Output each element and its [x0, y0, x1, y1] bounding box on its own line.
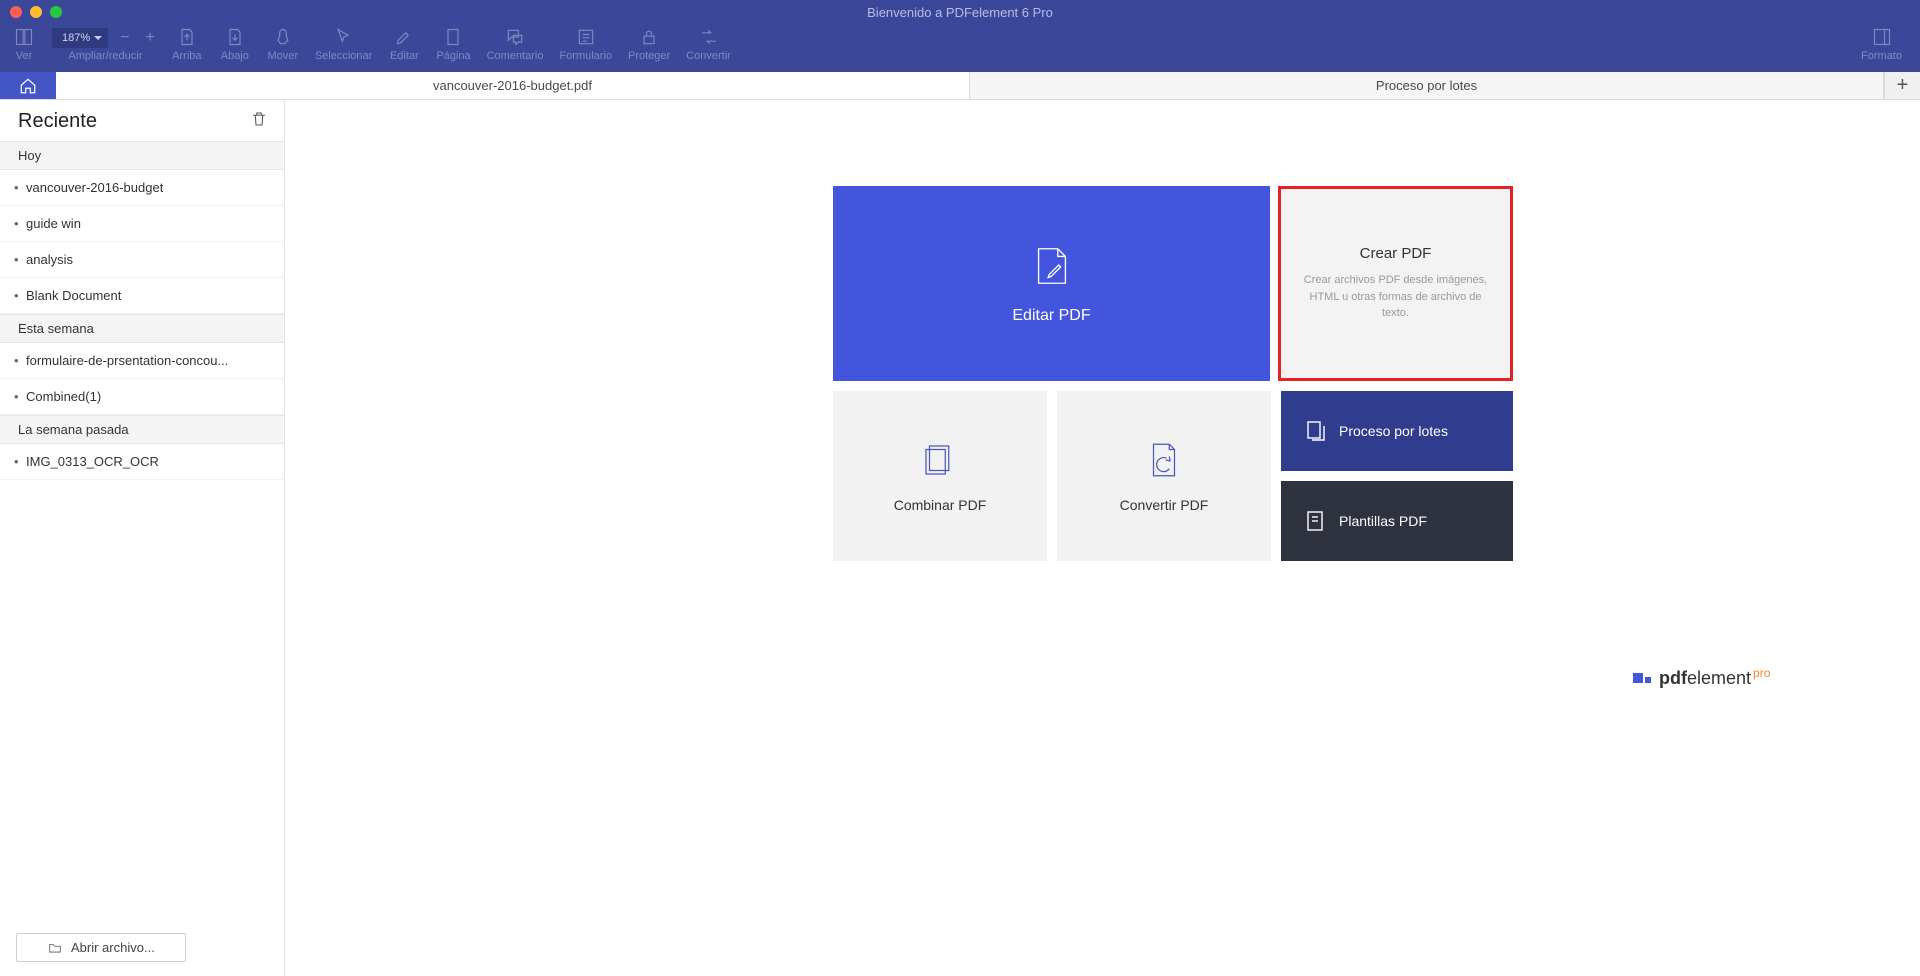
comment-button[interactable]: Comentario: [479, 26, 552, 62]
home-tab[interactable]: [0, 72, 56, 99]
convert-pdf-tile[interactable]: Convertir PDF: [1057, 391, 1271, 561]
zoom-out-button[interactable]: −: [112, 29, 137, 47]
create-pdf-desc: Crear archivos PDF desde imágenes, HTML …: [1299, 272, 1492, 322]
section-week: Esta semana: [0, 314, 284, 343]
zoom-level-dropdown[interactable]: 187%: [52, 28, 108, 48]
recent-item[interactable]: guide win: [0, 206, 284, 242]
view-button[interactable]: Ver: [0, 26, 48, 62]
open-file-button[interactable]: Abrir archivo...: [16, 933, 186, 962]
minimize-window-button[interactable]: [30, 6, 42, 18]
tabstrip: vancouver-2016-budget.pdf Proceso por lo…: [0, 72, 1920, 100]
zoom-window-button[interactable]: [50, 6, 62, 18]
close-window-button[interactable]: [10, 6, 22, 18]
main-toolbar: Ver 187% − + Ampliar/reducir Arriba Abaj…: [0, 24, 1920, 72]
recent-item[interactable]: IMG_0313_OCR_OCR: [0, 444, 284, 480]
recent-sidebar: Reciente Hoy vancouver-2016-budget guide…: [0, 100, 285, 976]
titlebar: Bienvenido a PDFelement 6 Pro: [0, 0, 1920, 24]
edit-pdf-tile[interactable]: Editar PDF: [833, 186, 1270, 381]
recent-item[interactable]: Combined(1): [0, 379, 284, 415]
recent-item[interactable]: analysis: [0, 242, 284, 278]
create-pdf-title: Crear PDF: [1360, 245, 1432, 262]
view-label: Ver: [16, 50, 33, 62]
move-button[interactable]: Mover: [259, 26, 307, 62]
zoom-label: Ampliar/reducir: [68, 50, 142, 62]
recent-item[interactable]: vancouver-2016-budget: [0, 170, 284, 206]
up-button[interactable]: Arriba: [163, 26, 211, 62]
body: Reciente Hoy vancouver-2016-budget guide…: [0, 100, 1920, 976]
batch-tab[interactable]: Proceso por lotes: [970, 72, 1884, 99]
batch-process-tile[interactable]: Proceso por lotes: [1281, 391, 1513, 471]
format-panel-button[interactable]: Formato: [1853, 26, 1910, 62]
window-title: Bienvenido a PDFelement 6 Pro: [0, 5, 1920, 20]
combine-pdf-tile[interactable]: Combinar PDF: [833, 391, 1047, 561]
protect-button[interactable]: Proteger: [620, 26, 678, 62]
window-controls: [10, 6, 62, 18]
edit-button[interactable]: Editar: [380, 26, 428, 62]
section-last-week: La semana pasada: [0, 415, 284, 444]
section-today: Hoy: [0, 141, 284, 170]
create-pdf-tile[interactable]: Crear PDF Crear archivos PDF desde imáge…: [1278, 186, 1513, 381]
form-button[interactable]: Formulario: [551, 26, 620, 62]
brand-logo: pdfelementpro: [1633, 666, 1770, 689]
new-tab-button[interactable]: +: [1884, 72, 1920, 99]
recent-item[interactable]: formulaire-de-prsentation-concou...: [0, 343, 284, 379]
sidebar-title: Reciente: [18, 110, 97, 133]
down-button[interactable]: Abajo: [211, 26, 259, 62]
page-button[interactable]: Página: [428, 26, 478, 62]
document-tab[interactable]: vancouver-2016-budget.pdf: [56, 72, 970, 99]
welcome-panel: Editar PDF Crear PDF Crear archivos PDF …: [285, 100, 1920, 976]
convert-button[interactable]: Convertir: [678, 26, 739, 62]
select-button[interactable]: Seleccionar: [307, 26, 380, 62]
clear-recent-button[interactable]: [250, 110, 268, 133]
recent-item[interactable]: Blank Document: [0, 278, 284, 314]
templates-tile[interactable]: Plantillas PDF: [1281, 481, 1513, 561]
edit-pdf-label: Editar PDF: [1012, 307, 1090, 325]
brand-icon: [1633, 673, 1651, 683]
zoom-in-button[interactable]: +: [137, 29, 162, 47]
